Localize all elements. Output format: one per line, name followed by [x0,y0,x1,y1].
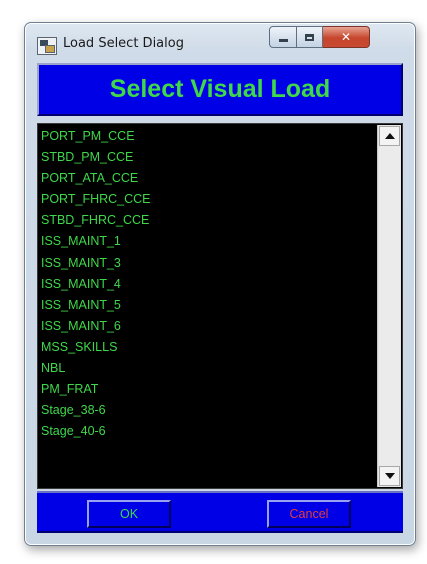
list-item[interactable]: PM_FRAT [41,379,376,400]
header-title: Select Visual Load [109,75,331,103]
close-icon: ✕ [340,30,352,44]
list-item[interactable]: STBD_PM_CCE [41,147,376,168]
list-item[interactable]: PORT_FHRC_CCE [41,189,376,210]
close-button[interactable]: ✕ [323,26,370,48]
list-item[interactable]: ISS_MAINT_4 [41,274,376,295]
load-list: PORT_PM_CCE STBD_PM_CCE PORT_ATA_CCE PORT_F… [41,126,376,442]
vertical-scrollbar[interactable] [377,125,401,487]
load-select-dialog: Load Select Dialog ✕ Select Visual Load … [24,22,416,546]
cancel-button[interactable]: Cancel [267,500,351,528]
scroll-up-button[interactable] [379,126,400,146]
maximize-button[interactable] [297,26,323,48]
list-item[interactable]: Stage_38-6 [41,400,376,421]
app-icon [37,37,57,55]
list-item[interactable]: NBL [41,358,376,379]
dialog-header: Select Visual Load [37,63,403,116]
list-item[interactable]: Stage_40-6 [41,421,376,442]
minimize-icon [278,38,288,42]
list-item[interactable]: PORT_ATA_CCE [41,168,376,189]
window-title: Load Select Dialog [63,36,184,51]
list-item[interactable]: ISS_MAINT_6 [41,316,376,337]
caption-buttons: ✕ [269,26,370,48]
list-item[interactable]: MSS_SKILLS [41,337,376,358]
scroll-down-button[interactable] [379,466,400,486]
maximize-icon [305,33,314,41]
list-item[interactable]: PORT_PM_CCE [41,126,376,147]
minimize-button[interactable] [269,26,297,48]
list-item[interactable]: ISS_MAINT_1 [41,231,376,252]
list-item[interactable]: ISS_MAINT_5 [41,295,376,316]
list-item[interactable]: STBD_FHRC_CCE [41,210,376,231]
load-listbox[interactable]: PORT_PM_CCE STBD_PM_CCE PORT_ATA_CCE PORT_F… [37,123,403,489]
dialog-footer: OK Cancel [37,491,403,533]
arrow-up-icon [384,133,395,139]
ok-button[interactable]: OK [87,500,171,528]
arrow-down-icon [384,473,395,479]
list-item[interactable]: ISS_MAINT_3 [41,253,376,274]
scrollbar-track[interactable] [379,146,400,466]
